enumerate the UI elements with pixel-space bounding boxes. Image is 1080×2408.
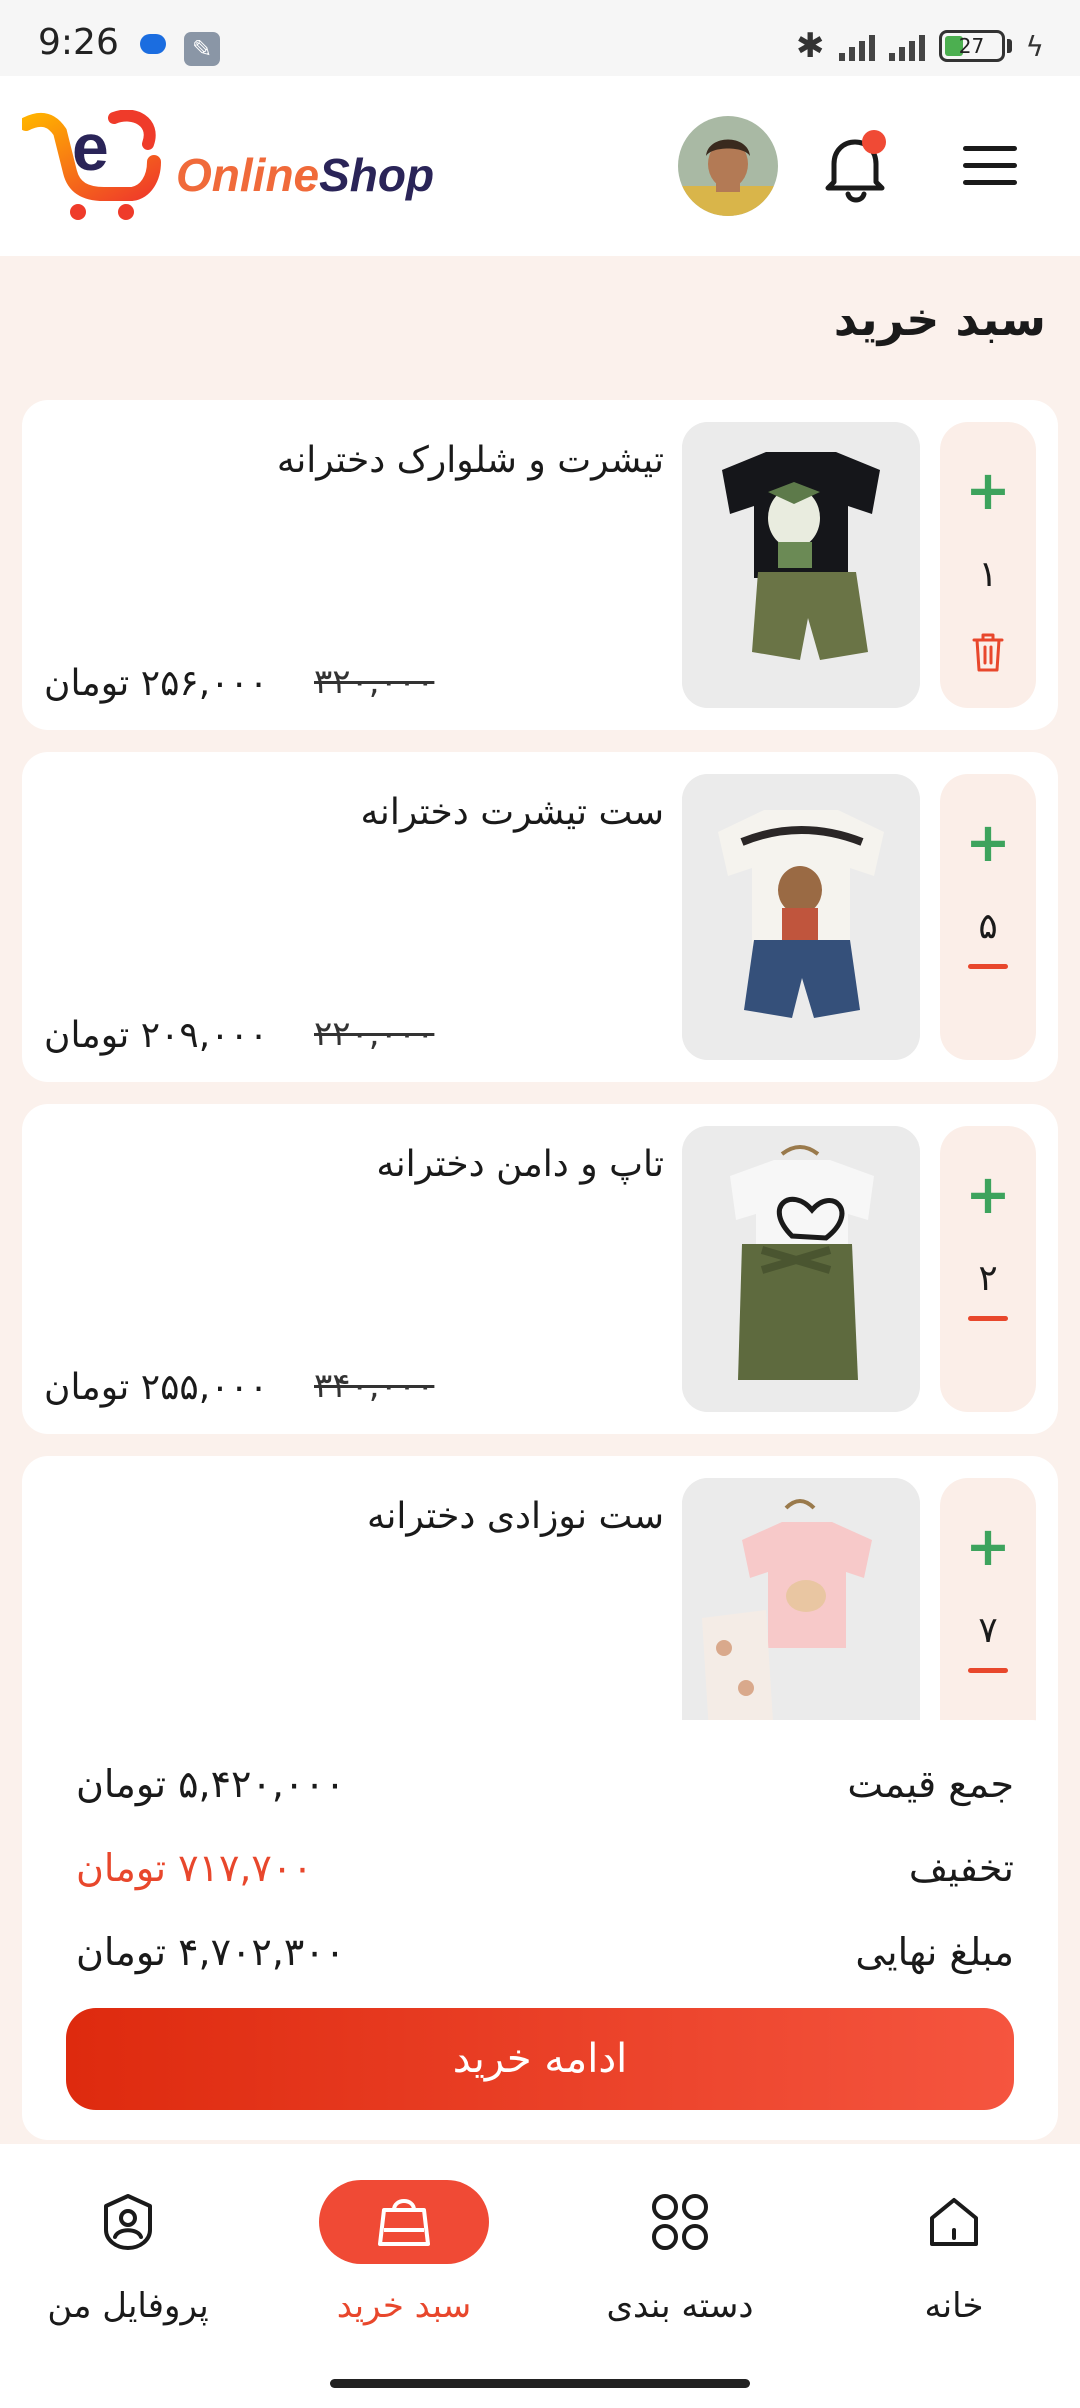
- plus-icon[interactable]: +: [940, 1520, 1036, 1574]
- product-name: تیشرت و شلوارک دخترانه: [276, 440, 664, 481]
- status-time: 9:26: [38, 22, 119, 63]
- plus-icon[interactable]: +: [940, 816, 1036, 870]
- cart-list[interactable]: + ۱ تیشرت و شلوارک دخترانه ۳۲۰,۰۰۰ ۲۵۶,۰: [22, 400, 1058, 1798]
- nav-item-categories[interactable]: دسته بندی: [580, 2180, 780, 2326]
- product-image[interactable]: [682, 422, 920, 708]
- quantity-value: ۵: [978, 906, 998, 947]
- app-header: e OnlineShop: [0, 76, 1080, 256]
- nav-item-profile[interactable]: پروفایل من: [28, 2180, 228, 2326]
- battery-icon: 27: [938, 30, 1005, 62]
- minus-icon[interactable]: [968, 964, 1008, 969]
- profile-icon: [43, 2180, 213, 2264]
- bluetooth-icon: ✱: [796, 26, 825, 66]
- status-indicators: ✱ 27 ϟ: [796, 26, 1044, 66]
- signal-icon-2: [888, 31, 925, 61]
- battery-level: 27: [958, 34, 985, 58]
- quantity-stepper: + ۱: [940, 422, 1036, 708]
- minus-icon[interactable]: [968, 1316, 1008, 1321]
- quantity-stepper: + ۵: [940, 774, 1036, 1060]
- discount-row: تخفیف ۷۱۷,۷۰۰ تومان: [76, 1846, 1014, 1906]
- nav-label-home: خانه: [924, 2286, 984, 2326]
- total-price-row: جمع قیمت ۵,۴۲۰,۰۰۰ تومان: [76, 1762, 1014, 1822]
- avatar[interactable]: [678, 116, 778, 216]
- cart-item: + ۱ تیشرت و شلوارک دخترانه ۳۲۰,۰۰۰ ۲۵۶,۰: [22, 400, 1058, 730]
- nav-label-categories: دسته بندی: [606, 2286, 754, 2326]
- page-title: سبد خرید: [833, 292, 1046, 346]
- status-bar: 9:26 ✎ ✱ 27 ϟ: [0, 0, 1080, 76]
- product-name: تاپ و دامن دخترانه: [376, 1144, 664, 1185]
- trash-icon[interactable]: [970, 632, 1006, 674]
- nav-item-home[interactable]: خانه: [854, 2180, 1054, 2326]
- product-image[interactable]: [682, 1126, 920, 1412]
- discount-value: ۷۱۷,۷۰۰ تومان: [76, 1846, 313, 1890]
- quantity-value: ۷: [978, 1610, 998, 1651]
- total-price-value: ۵,۴۲۰,۰۰۰ تومان: [76, 1762, 346, 1806]
- chat-notification-icon: [140, 34, 166, 54]
- continue-purchase-button[interactable]: ادامه خرید: [66, 2008, 1014, 2110]
- price: ۲۰۹,۰۰۰ تومان: [44, 1015, 269, 1056]
- categories-grid-icon: [595, 2180, 765, 2264]
- nav-label-cart: سبد خرید: [336, 2286, 472, 2326]
- plus-icon[interactable]: +: [940, 1168, 1036, 1222]
- quantity-stepper: + ۲: [940, 1126, 1036, 1412]
- price: ۲۵۶,۰۰۰ تومان: [44, 663, 269, 704]
- total-price-label: جمع قیمت: [847, 1762, 1014, 1806]
- signal-icon: [838, 31, 875, 61]
- product-name: ست تیشرت دخترانه: [360, 792, 665, 833]
- logo-shop-text: Shop: [319, 149, 435, 201]
- system-home-indicator[interactable]: [330, 2379, 750, 2388]
- plus-icon[interactable]: +: [940, 464, 1036, 518]
- discount-label: تخفیف: [908, 1846, 1014, 1890]
- online-shop-logo[interactable]: e OnlineShop: [19, 109, 462, 222]
- shopping-bag-icon: [319, 2180, 489, 2264]
- product-image[interactable]: [682, 774, 920, 1060]
- hamburger-menu-icon[interactable]: [963, 146, 1017, 186]
- cart-summary: جمع قیمت ۵,۴۲۰,۰۰۰ تومان تخفیف ۷۱۷,۷۰۰ ت…: [22, 1720, 1058, 2140]
- price: ۲۵۵,۰۰۰ تومان: [44, 1367, 269, 1408]
- minus-icon[interactable]: [968, 1668, 1008, 1673]
- old-price: ۳۴۰,۰۰۰: [314, 1366, 435, 1406]
- notification-bell-icon[interactable]: [822, 126, 892, 206]
- nav-item-cart[interactable]: سبد خرید: [304, 2180, 504, 2326]
- charging-icon: ϟ: [1025, 29, 1044, 63]
- svg-text:e: e: [72, 110, 109, 184]
- logo-text: OnlineShop: [176, 148, 434, 202]
- final-price-label: مبلغ نهایی: [855, 1930, 1014, 1974]
- logo-online-text: Online: [176, 149, 320, 201]
- old-price: ۳۲۰,۰۰۰: [314, 662, 435, 702]
- wrench-notification-icon: ✎: [184, 32, 220, 66]
- cart-item: + ۵ ست تیشرت دخترانه ۲۲۰,۰۰۰ ۲۰۹,۰۰۰ توم…: [22, 752, 1058, 1082]
- final-price-value: ۴,۷۰۲,۳۰۰ تومان: [76, 1930, 346, 1974]
- old-price: ۲۲۰,۰۰۰: [314, 1014, 435, 1054]
- cart-logo-icon: e: [19, 109, 161, 220]
- bottom-nav: پروفایل من سبد خرید دسته بندی خانه: [0, 2144, 1080, 2408]
- quantity-value: ۲: [978, 1258, 998, 1299]
- quantity-value: ۱: [978, 554, 998, 595]
- product-name: ست نوزادی دخترانه: [367, 1496, 664, 1537]
- cart-item: + ۲ تاپ و دامن دخترانه ۳۴۰,۰۰۰ ۲۵۵,۰۰۰ ت…: [22, 1104, 1058, 1434]
- home-icon: [869, 2180, 1039, 2264]
- nav-label-profile: پروفایل من: [47, 2286, 209, 2326]
- final-price-row: مبلغ نهایی ۴,۷۰۲,۳۰۰ تومان: [76, 1930, 1014, 1990]
